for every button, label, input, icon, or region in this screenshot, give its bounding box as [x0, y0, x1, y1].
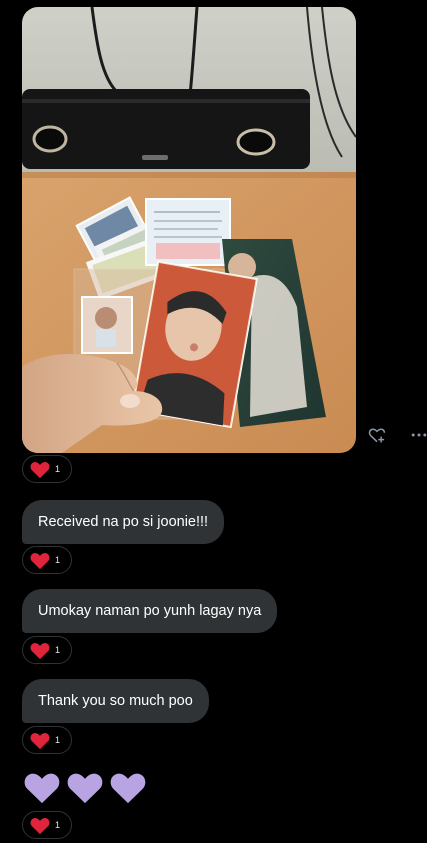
message-bubble[interactable]: Received na po si joonie!!! [22, 500, 225, 544]
reaction-pill[interactable]: 1 [22, 546, 72, 574]
reaction-pill[interactable]: 1 [22, 811, 72, 839]
reaction-count: 1 [55, 820, 61, 830]
reaction-pill[interactable]: 1 [22, 636, 72, 664]
purple-heart-icon [67, 773, 103, 804]
dm-conversation: 1 Received na po si joonie!!! 1 Umokay n… [0, 0, 427, 843]
reaction-count: 1 [55, 464, 61, 474]
purple-heart-icon [110, 773, 146, 804]
emoji-message[interactable] [22, 768, 148, 805]
reaction-count: 1 [55, 735, 61, 745]
reaction-pill[interactable]: 1 [22, 726, 72, 754]
reaction-pill[interactable]: 1 [22, 455, 72, 483]
reaction-count: 1 [55, 645, 61, 655]
more-icon[interactable] [408, 424, 427, 446]
message-text: Umokay naman po yunh lagay nya [38, 603, 262, 619]
message-bubble[interactable]: Umokay naman po yunh lagay nya [22, 589, 278, 633]
heart-plus-icon[interactable] [366, 424, 388, 446]
red-heart-icon [30, 732, 50, 750]
message-text: Thank you so much poo [38, 693, 193, 709]
message-text: Received na po si joonie!!! [38, 514, 209, 530]
photo-attachment[interactable] [22, 7, 356, 453]
photo-image [22, 7, 356, 453]
message-bubble[interactable]: Thank you so much poo [22, 679, 209, 723]
red-heart-icon [30, 642, 50, 660]
purple-heart-icon [24, 773, 60, 804]
reaction-count: 1 [55, 555, 61, 565]
red-heart-icon [30, 817, 50, 835]
red-heart-icon [30, 461, 50, 479]
red-heart-icon [30, 552, 50, 570]
message-actions [366, 424, 427, 446]
